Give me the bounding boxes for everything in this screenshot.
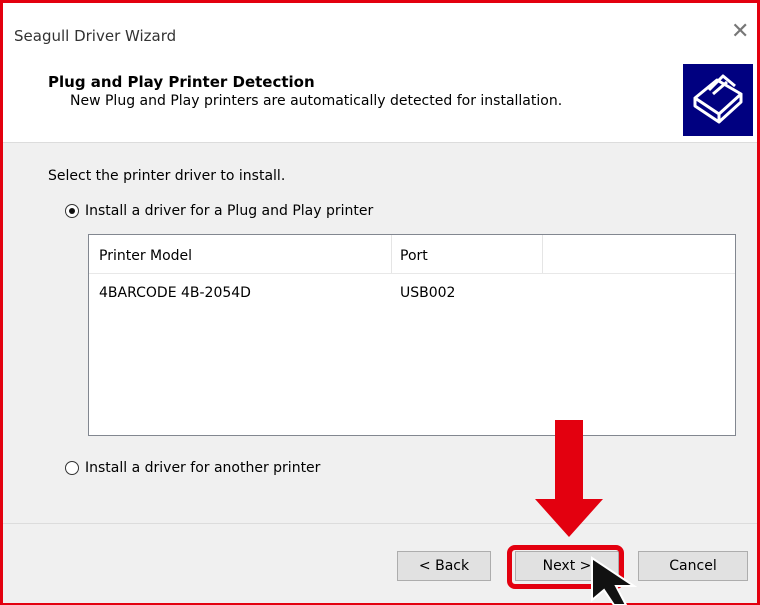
cancel-button[interactable]: Cancel [638,551,748,581]
wizard-header: Plug and Play Printer Detection New Plug… [3,60,757,143]
annotation-arrow-head [535,499,603,537]
radio-button-checked[interactable] [65,204,79,218]
printer-icon [683,64,753,136]
radio-label: Install a driver for another printer [85,460,321,476]
window-title: Seagull Driver Wizard [14,27,177,45]
column-header-printer-model[interactable]: Printer Model [99,248,192,264]
annotation-arrow-shaft [555,420,583,500]
printer-list[interactable]: Printer Model Port 4BARCODE 4B-2054D USB… [88,234,736,436]
column-header-port[interactable]: Port [400,248,428,264]
radio-button[interactable] [65,461,79,475]
back-button[interactable]: < Back [397,551,491,581]
page-title: Plug and Play Printer Detection [48,73,315,91]
cell-printer-model: 4BARCODE 4B-2054D [99,285,251,301]
radio-plug-and-play[interactable]: Install a driver for a Plug and Play pri… [65,203,373,219]
list-header: Printer Model Port [89,235,735,274]
mouse-cursor-icon [591,556,638,605]
title-bar: Seagull Driver Wizard ✕ [3,3,757,60]
wizard-content: Select the printer driver to install. In… [3,143,757,523]
radio-label: Install a driver for a Plug and Play pri… [85,203,374,219]
instruction-text: Select the printer driver to install. [48,168,286,184]
cell-port: USB002 [400,285,456,301]
column-divider[interactable] [542,235,543,273]
radio-another-printer[interactable]: Install a driver for another printer [65,460,320,476]
page-subtitle: New Plug and Play printers are automatic… [70,93,563,109]
close-icon[interactable]: ✕ [731,21,749,43]
column-divider[interactable] [391,235,392,273]
